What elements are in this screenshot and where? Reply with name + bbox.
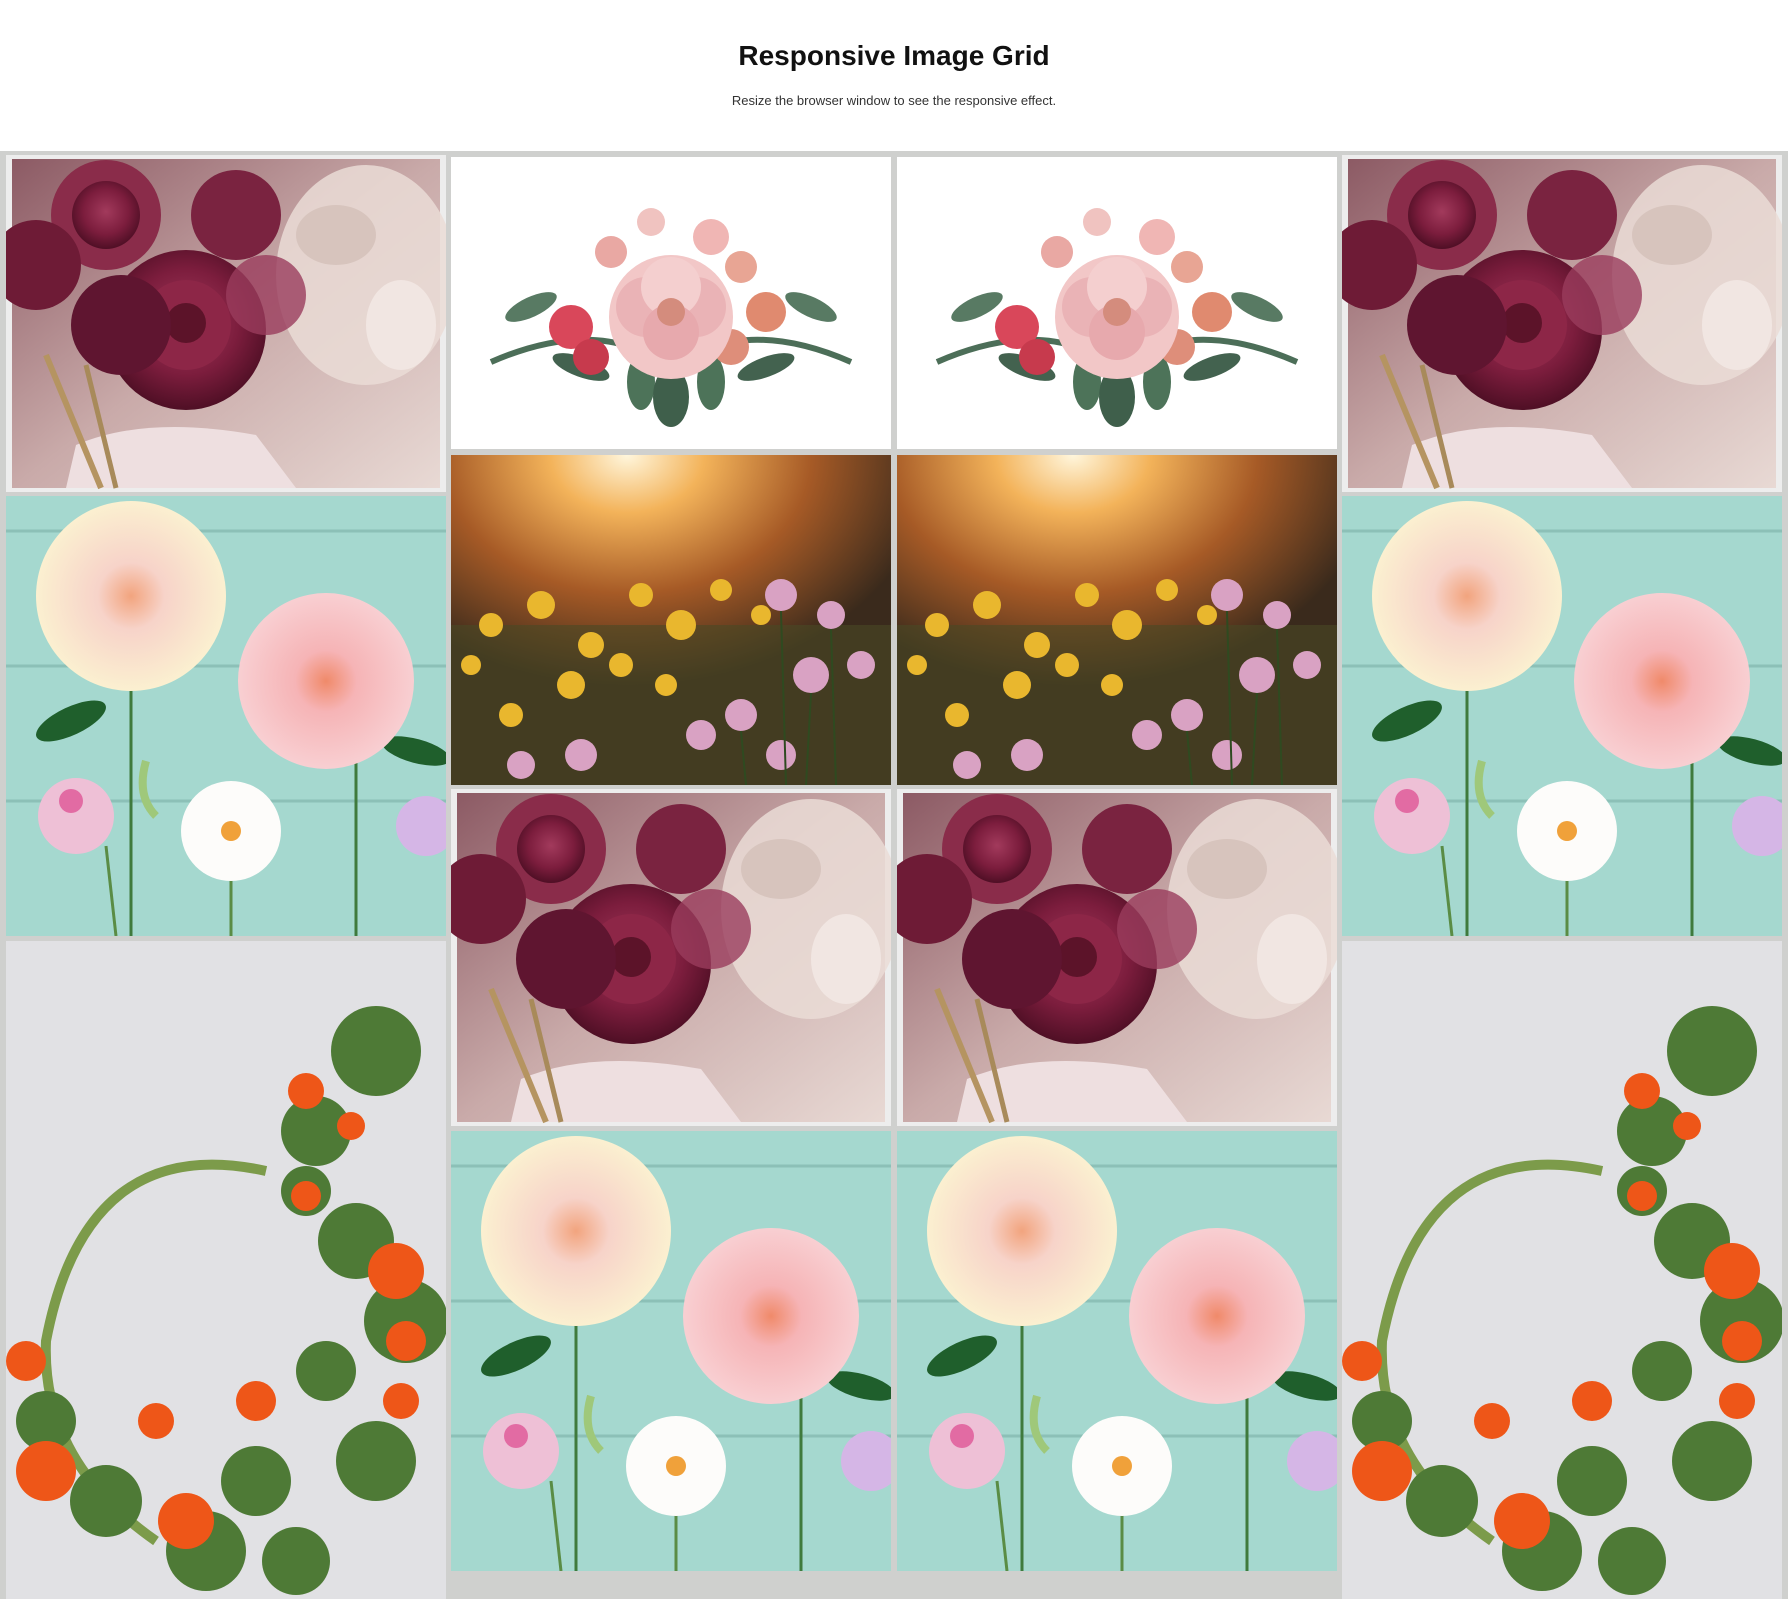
grid-image-wreath[interactable] bbox=[6, 941, 446, 1599]
grid-image-dahlias[interactable] bbox=[897, 1131, 1337, 1571]
grid-image-bouquet[interactable] bbox=[451, 157, 891, 449]
page-subtitle: Resize the browser window to see the res… bbox=[731, 93, 1057, 108]
grid-image-roses[interactable] bbox=[897, 789, 1337, 1126]
grid-image-dahlias[interactable] bbox=[6, 496, 446, 936]
grid-image-dahlias[interactable] bbox=[1342, 496, 1782, 936]
page-header: Responsive Image Grid Resize the browser… bbox=[0, 0, 1788, 151]
grid-image-meadow[interactable] bbox=[451, 455, 891, 785]
grid-image-bouquet[interactable] bbox=[897, 157, 1337, 449]
page-title: Responsive Image Grid bbox=[738, 40, 1050, 71]
grid-image-wreath[interactable] bbox=[1342, 941, 1782, 1599]
grid-image-meadow[interactable] bbox=[897, 455, 1337, 785]
grid-image-dahlias[interactable] bbox=[451, 1131, 891, 1571]
grid-image-roses[interactable] bbox=[1342, 155, 1782, 492]
image-grid bbox=[0, 151, 1788, 1599]
grid-image-roses[interactable] bbox=[6, 155, 446, 492]
grid-image-roses[interactable] bbox=[451, 789, 891, 1126]
